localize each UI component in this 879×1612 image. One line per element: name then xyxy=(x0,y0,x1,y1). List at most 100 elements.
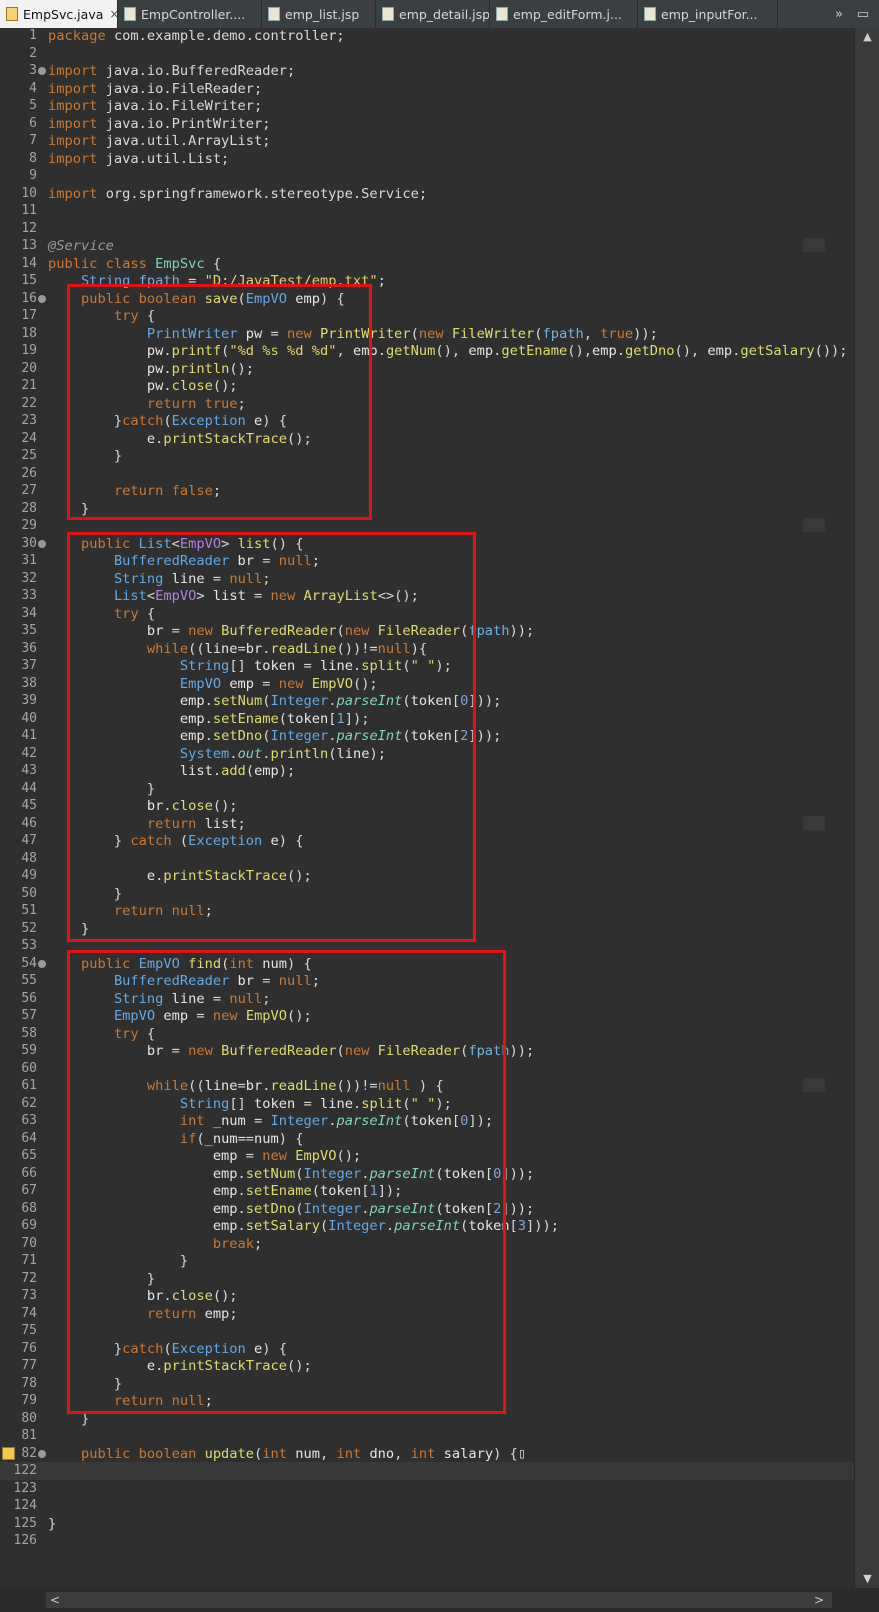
scroll-left-arrow-icon[interactable]: < xyxy=(48,1592,62,1608)
code-token: import xyxy=(48,98,106,114)
line-number: 66 xyxy=(21,1165,37,1181)
code-line[interactable]: 6 import java.io.PrintWriter; xyxy=(0,115,854,133)
code-text: import java.io.PrintWriter; xyxy=(48,115,271,133)
code-line[interactable]: 12 xyxy=(0,220,854,238)
code-line[interactable]: 3 import java.io.BufferedReader; xyxy=(0,62,854,80)
code-token: getSalary xyxy=(740,343,815,359)
code-line[interactable]: 122 xyxy=(0,1462,854,1480)
fold-toggle-icon[interactable] xyxy=(38,67,46,75)
code-token: java.io.FileReader; xyxy=(105,80,263,97)
code-line[interactable]: 7 import java.util.ArrayList; xyxy=(0,132,854,150)
line-number: 11 xyxy=(21,203,37,218)
line-number: 74 xyxy=(21,1305,37,1321)
code-text: import org.springframework.stereotype.Se… xyxy=(48,185,427,203)
code-token: import xyxy=(48,115,106,132)
code-token: getNum xyxy=(385,343,436,359)
editor-tab[interactable]: emp_inputFor... xyxy=(638,0,778,28)
code-token: import xyxy=(48,133,106,149)
fold-toggle-icon[interactable] xyxy=(38,1449,46,1458)
code-token: java.io.BufferedReader; xyxy=(105,63,296,79)
code-token: , xyxy=(319,1445,337,1462)
code-token: java.util.List; xyxy=(105,150,230,167)
line-number: 25 xyxy=(21,448,37,463)
line-number: 125 xyxy=(13,1515,37,1531)
code-line[interactable]: 14 public class EmpSvc { xyxy=(0,255,854,273)
line-number: 75 xyxy=(21,1323,37,1338)
code-line[interactable]: 1 package com.example.demo.controller; xyxy=(0,27,854,45)
code-token: ( xyxy=(534,325,543,342)
line-number: 58 xyxy=(21,1025,37,1041)
line-number: 37 xyxy=(21,658,37,673)
line-number: 38 xyxy=(21,675,37,691)
horizontal-scroll-track[interactable] xyxy=(46,1592,832,1608)
horizontal-scrollbar[interactable]: < > xyxy=(0,1588,879,1612)
line-number: 17 xyxy=(21,308,37,323)
vertical-scrollbar[interactable]: ▲ ▼ xyxy=(854,28,879,1588)
line-number: 10 xyxy=(21,185,37,201)
code-line[interactable]: 8 import java.util.List; xyxy=(0,150,854,168)
line-number: 64 xyxy=(21,1130,37,1146)
code-token: ])); xyxy=(526,1218,560,1234)
code-line[interactable]: 2 xyxy=(0,45,854,63)
editor-tab[interactable]: emp_list.jsp xyxy=(262,0,376,28)
code-line[interactable]: 13 @Service xyxy=(0,237,854,255)
code-token: 3 xyxy=(517,1218,527,1234)
line-number: 73 xyxy=(21,1288,37,1303)
code-token: new xyxy=(418,325,452,342)
line-number: 48 xyxy=(21,850,37,866)
line-number: 4 xyxy=(29,80,37,96)
line-number: 35 xyxy=(21,623,37,638)
code-line[interactable]: 82 public boolean update(int num, int dn… xyxy=(0,1445,854,1463)
code-token: (), xyxy=(435,343,469,359)
scroll-down-arrow-icon[interactable]: ▼ xyxy=(855,1570,879,1588)
code-line[interactable]: 10 import org.springframework.stereotype.… xyxy=(0,185,854,203)
editor-tab-label: EmpController.... xyxy=(141,6,246,22)
tab-overflow-button[interactable]: » xyxy=(829,0,849,28)
line-number: 18 xyxy=(21,325,37,341)
code-line[interactable]: 4 import java.io.FileReader; xyxy=(0,80,854,98)
code-line[interactable]: 11 xyxy=(0,202,854,220)
editor-tab[interactable]: emp_detail.jsp xyxy=(376,0,490,28)
editor-tab-bar: EmpSvc.java × EmpController.... emp_list.js… xyxy=(0,0,879,29)
code-line[interactable]: 5 import java.io.FileWriter; xyxy=(0,97,854,115)
scroll-up-arrow-icon[interactable]: ▲ xyxy=(855,28,879,46)
code-token: , xyxy=(394,1445,411,1462)
editor-tab[interactable]: EmpController.... xyxy=(118,0,262,28)
line-number: 34 xyxy=(21,605,37,621)
line-number: 70 xyxy=(21,1235,37,1251)
code-token: public boolean xyxy=(80,1445,205,1462)
line-number: 3 xyxy=(29,63,37,78)
line-number: 39 xyxy=(21,693,37,708)
line-number: 68 xyxy=(21,1200,37,1216)
code-token: update xyxy=(204,1445,255,1462)
code-token: [ xyxy=(509,1218,518,1234)
code-line[interactable]: 81 xyxy=(0,1427,854,1445)
line-number: 71 xyxy=(21,1253,37,1268)
code-line[interactable]: 124 xyxy=(0,1497,854,1515)
code-line[interactable]: 126 xyxy=(0,1532,854,1550)
fold-toggle-icon[interactable] xyxy=(38,959,46,968)
editor-tab[interactable]: emp_editForm.j... xyxy=(490,0,638,28)
code-token: java.util.ArrayList; xyxy=(105,133,271,149)
code-text: import java.io.FileWriter; xyxy=(48,97,262,115)
code-line[interactable]: 9 xyxy=(0,167,854,185)
line-number: 19 xyxy=(21,343,37,358)
code-line[interactable]: 125} xyxy=(0,1515,854,1533)
line-number: 12 xyxy=(21,220,37,236)
line-number: 16 xyxy=(21,290,37,306)
code-token: { xyxy=(204,255,222,272)
editor-tab[interactable]: EmpSvc.java × xyxy=(0,0,118,28)
code-token: salary xyxy=(443,1445,494,1462)
fold-toggle-icon[interactable] xyxy=(38,294,46,303)
code-token: ])); xyxy=(501,1200,535,1217)
code-line[interactable]: 123 xyxy=(0,1480,854,1498)
line-number: 55 xyxy=(21,973,37,988)
line-number: 65 xyxy=(21,1148,37,1163)
close-tab-icon[interactable]: × xyxy=(109,7,117,21)
code-token: org.springframework.stereotype.Service; xyxy=(105,185,428,202)
line-number: 30 xyxy=(21,535,37,551)
fold-toggle-icon[interactable] xyxy=(38,539,46,548)
code-token: getEname xyxy=(501,343,568,359)
scroll-right-arrow-icon[interactable]: > xyxy=(812,1592,826,1608)
restore-editor-button[interactable]: ▭ xyxy=(853,0,873,28)
